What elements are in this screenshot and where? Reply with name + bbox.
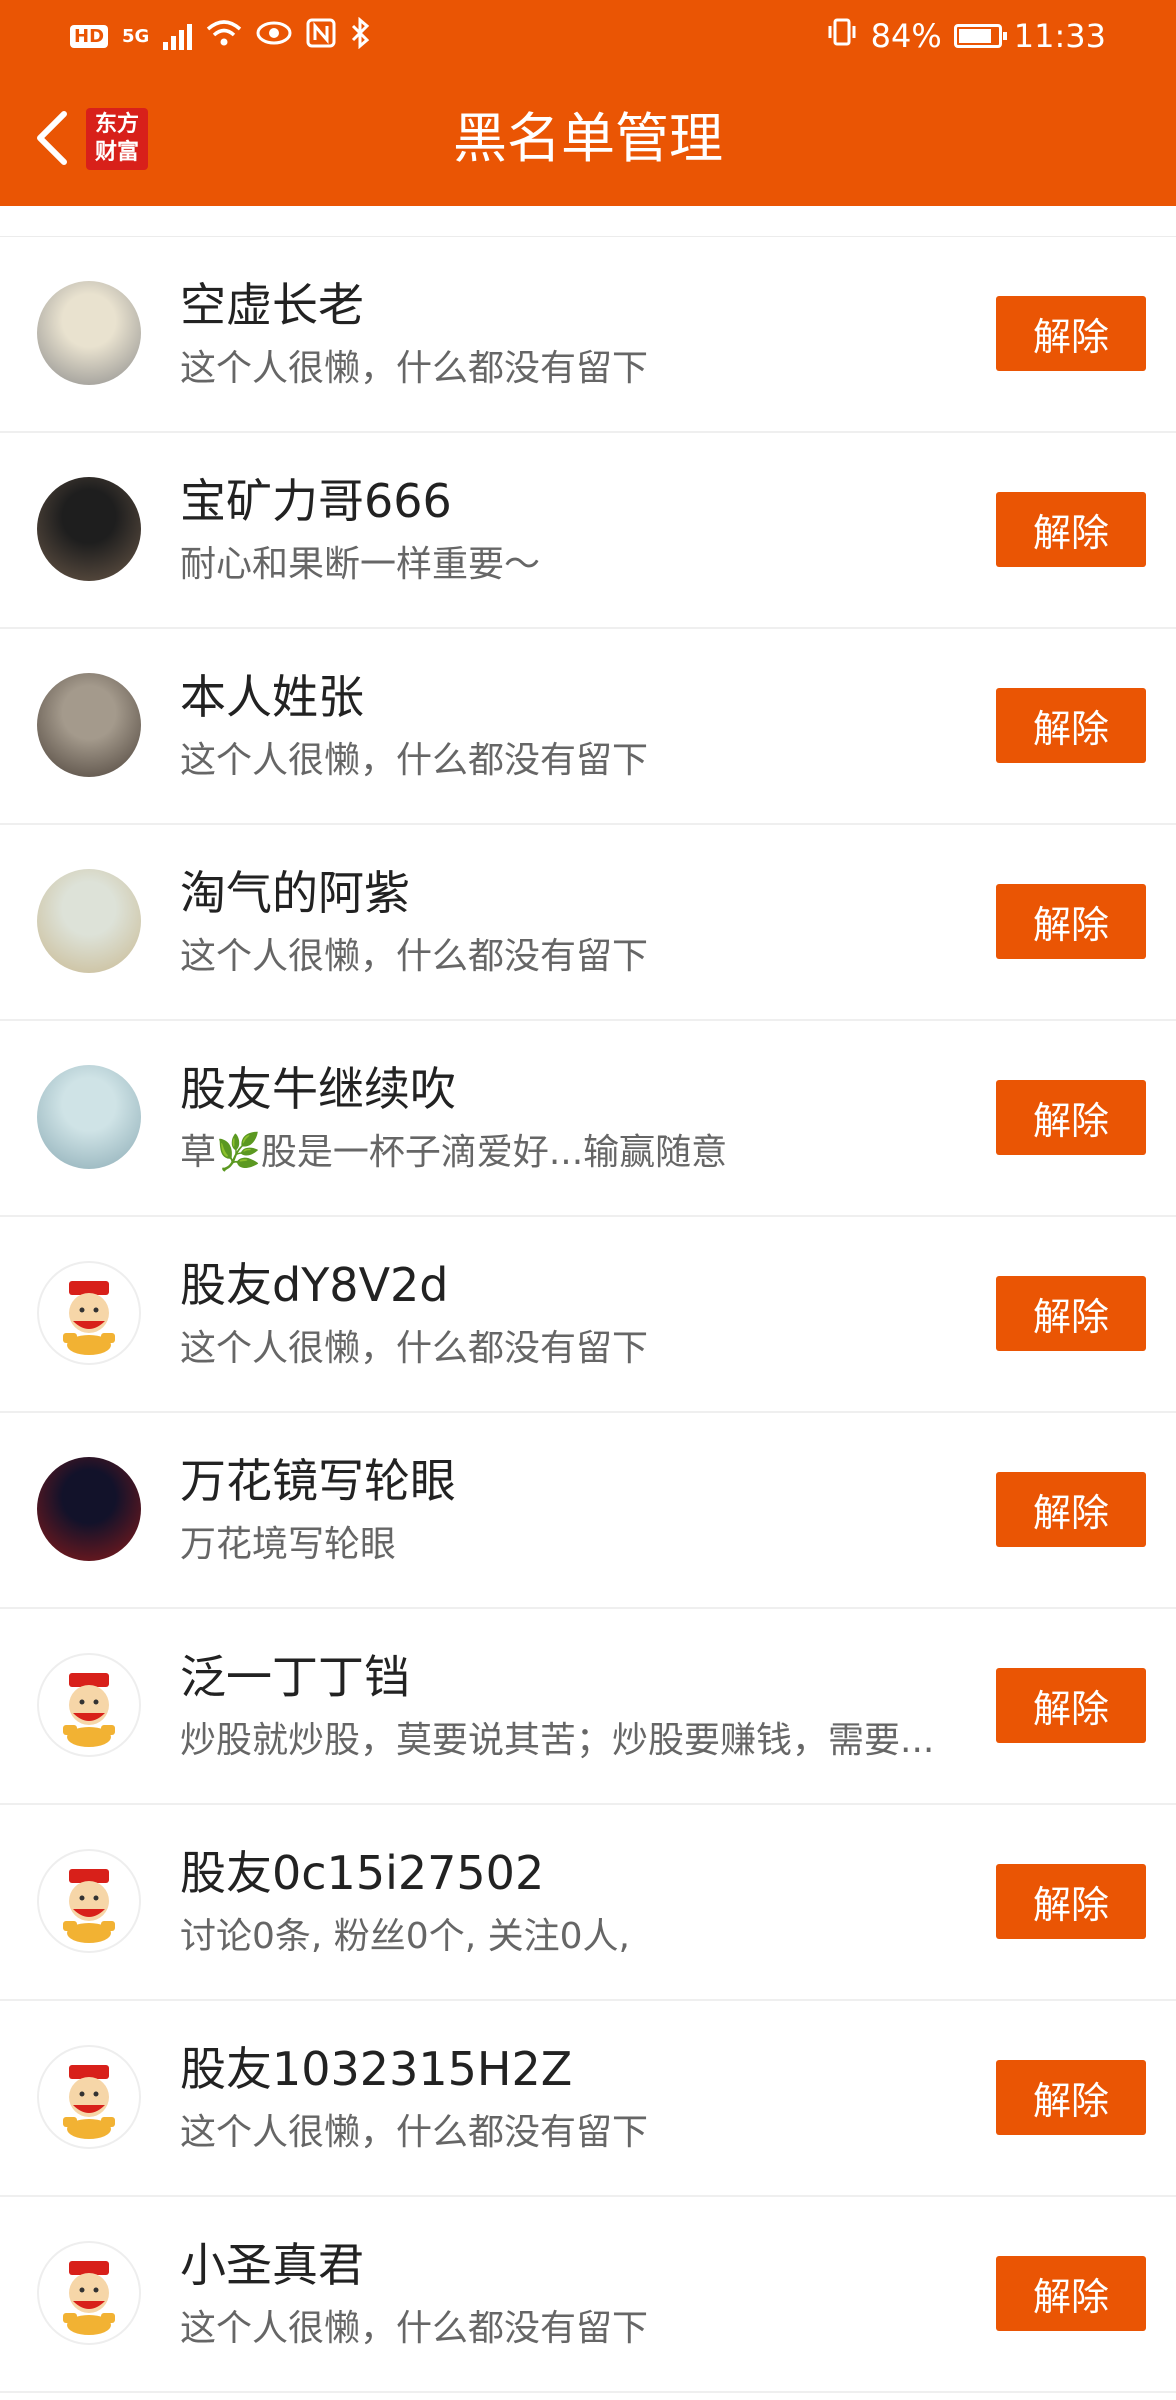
signal-icon [163, 22, 193, 50]
user-signature: 这个人很懒，什么都没有留下 [180, 348, 649, 389]
user-signature: 草🌿股是一杯子滴爱好...输赢随意 [180, 1132, 728, 1173]
list-item: 本人姓张 这个人很懒，什么都没有留下 解除 [0, 629, 1176, 825]
battery-percent: 84% [870, 17, 942, 55]
user-name: 宝矿力哥666 [180, 474, 452, 528]
user-name: 股友dY8V2d [180, 1258, 449, 1312]
list-divider [0, 206, 1176, 237]
list-item: 宝矿力哥666 耐心和果断一样重要～ 解除 [0, 433, 1176, 629]
status-right: 84% 11:33 [825, 14, 1106, 58]
default-avatar[interactable] [37, 2241, 141, 2345]
user-signature: 炒股就炒股，莫要说其苦；炒股要赚钱，需要... [180, 1720, 935, 1761]
battery-icon [953, 24, 1007, 48]
photo-avatar[interactable] [37, 1457, 141, 1561]
user-name: 空虚长老 [180, 278, 364, 332]
unblock-button[interactable]: 解除 [996, 492, 1146, 567]
list-item: 泛一丁丁铛 炒股就炒股，莫要说其苦；炒股要赚钱，需要... 解除 [0, 1609, 1176, 1805]
unblock-button[interactable]: 解除 [996, 1668, 1146, 1743]
list-item: 股友牛继续吹 草🌿股是一杯子滴爱好...输赢随意 解除 [0, 1021, 1176, 1217]
user-name: 本人姓张 [180, 670, 364, 724]
vibrate-icon [825, 17, 859, 55]
nav-bar: 东方 财富 黑名单管理 [0, 72, 1176, 206]
list-item: 股友dY8V2d 这个人很懒，什么都没有留下 解除 [0, 1217, 1176, 1413]
user-signature: 耐心和果断一样重要～ [180, 544, 541, 585]
default-avatar[interactable] [37, 1653, 141, 1757]
user-name: 股友1032315H2Z [180, 2042, 573, 2096]
status-bar: HD 5G 84% 11:33 [0, 0, 1176, 72]
unblock-button[interactable]: 解除 [996, 1864, 1146, 1939]
photo-avatar[interactable] [37, 869, 141, 973]
user-name: 小圣真君 [180, 2238, 364, 2292]
list-item: 万花镜写轮眼 万花境写轮眼 解除 [0, 1413, 1176, 1609]
user-signature: 万花境写轮眼 [180, 1524, 397, 1565]
photo-avatar[interactable] [37, 477, 141, 581]
bluetooth-icon [350, 16, 372, 56]
unblock-button[interactable]: 解除 [996, 1276, 1146, 1351]
user-name: 淘气的阿紫 [180, 866, 410, 920]
status-left: HD 5G [70, 14, 372, 58]
list-item: 淘气的阿紫 这个人很懒，什么都没有留下 解除 [0, 825, 1176, 1021]
user-signature: 这个人很懒，什么都没有留下 [180, 740, 649, 781]
list-item: 小圣真君 这个人很懒，什么都没有留下 解除 [0, 2197, 1176, 2393]
user-signature: 讨论0条, 粉丝0个, 关注0人, [180, 1916, 630, 1957]
list-item: 股友0c15i27502 讨论0条, 粉丝0个, 关注0人, 解除 [0, 1805, 1176, 2001]
unblock-button[interactable]: 解除 [996, 688, 1146, 763]
app-header: HD 5G 84% 11:33 东方 财富 黑名单管理 [0, 0, 1176, 206]
unblock-button[interactable]: 解除 [996, 1080, 1146, 1155]
unblock-button[interactable]: 解除 [996, 2060, 1146, 2135]
unblock-button[interactable]: 解除 [996, 884, 1146, 959]
user-name: 泛一丁丁铛 [180, 1650, 410, 1704]
user-signature: 这个人很懒，什么都没有留下 [180, 936, 649, 977]
page-title: 黑名单管理 [453, 107, 723, 170]
wifi-icon [206, 19, 242, 54]
user-name: 股友0c15i27502 [180, 1846, 545, 1900]
user-signature: 这个人很懒，什么都没有留下 [180, 1328, 649, 1369]
user-name: 万花镜写轮眼 [180, 1454, 456, 1508]
user-name: 股友牛继续吹 [180, 1062, 456, 1116]
list-item: 股友1032315H2Z 这个人很懒，什么都没有留下 解除 [0, 2001, 1176, 2197]
default-avatar[interactable] [37, 2045, 141, 2149]
blacklist: 空虚长老 这个人很懒，什么都没有留下 解除 宝矿力哥666 耐心和果断一样重要～… [0, 206, 1176, 2393]
default-avatar[interactable] [37, 1261, 141, 1365]
unblock-button[interactable]: 解除 [996, 2256, 1146, 2331]
photo-avatar[interactable] [37, 1065, 141, 1169]
photo-avatar[interactable] [37, 673, 141, 777]
unblock-button[interactable]: 解除 [996, 296, 1146, 371]
nfc-icon [306, 18, 336, 55]
photo-avatar[interactable] [37, 281, 141, 385]
clock: 11:33 [1013, 17, 1106, 55]
user-signature: 这个人很懒，什么都没有留下 [180, 2308, 649, 2349]
network-type: 5G [122, 25, 150, 47]
unblock-button[interactable]: 解除 [996, 1472, 1146, 1547]
eye-comfort-icon [256, 20, 292, 53]
default-avatar[interactable] [37, 1849, 141, 1953]
list-item: 空虚长老 这个人很懒，什么都没有留下 解除 [0, 237, 1176, 433]
hd-icon: HD [70, 24, 109, 48]
user-signature: 这个人很懒，什么都没有留下 [180, 2112, 649, 2153]
